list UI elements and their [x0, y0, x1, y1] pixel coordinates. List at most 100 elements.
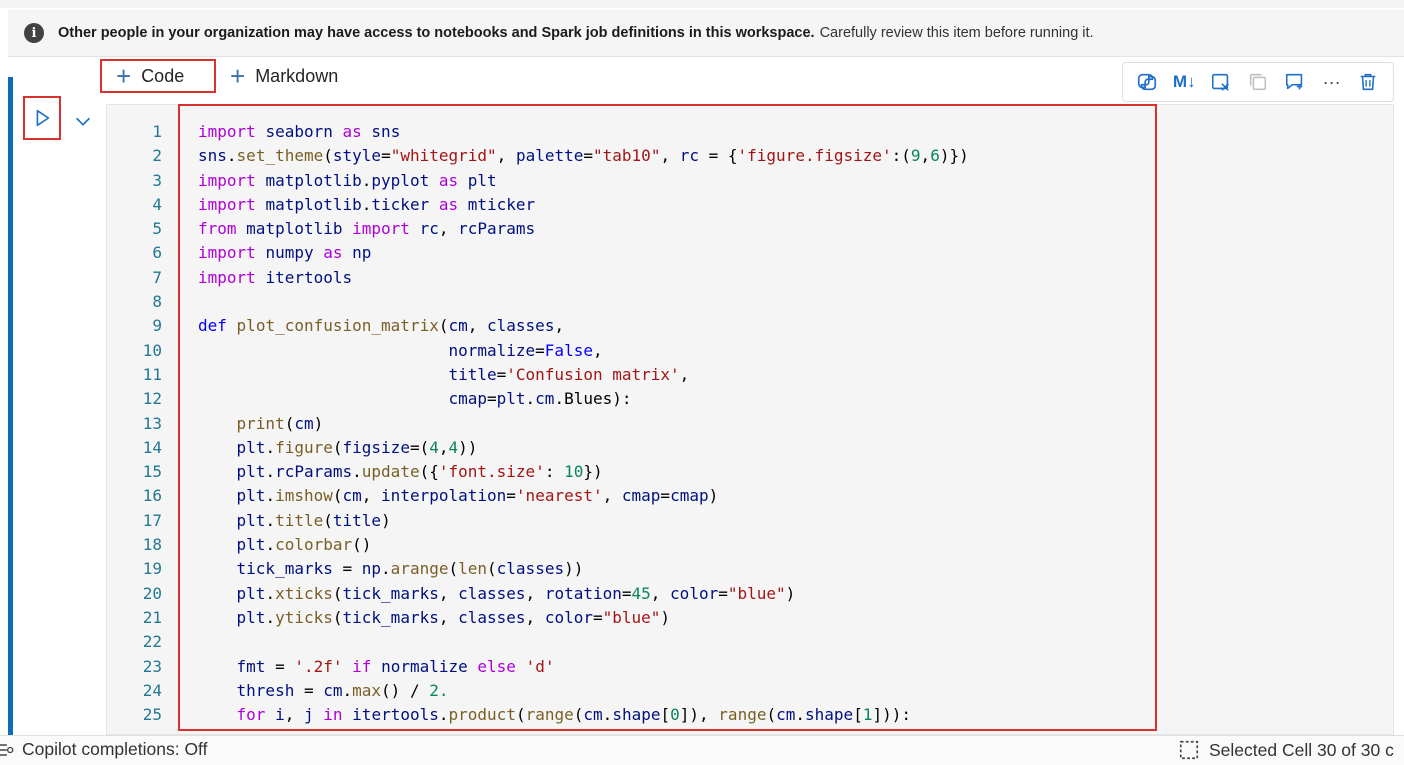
copilot-settings-icon: [0, 743, 14, 756]
code-line[interactable]: 17 plt.title(title): [106, 509, 1156, 533]
plus-icon: +: [116, 61, 132, 91]
banner-bold-text: Other people in your organization may ha…: [58, 25, 815, 41]
code-line[interactable]: 23 fmt = '.2f' if normalize else 'd': [106, 655, 1156, 679]
code-line[interactable]: 12 cmap=plt.cm.Blues):: [106, 387, 1156, 411]
line-number: 11: [142, 364, 162, 384]
delete-icon[interactable]: [1353, 67, 1383, 97]
clear-output-icon[interactable]: [1206, 67, 1236, 97]
code-line[interactable]: 11 title='Confusion matrix',: [106, 363, 1156, 387]
line-number: 25: [142, 705, 162, 725]
code-line[interactable]: 20 plt.xticks(tick_marks, classes, rotat…: [106, 582, 1156, 606]
top-strip: [0, 0, 1404, 8]
line-number: 3: [152, 170, 162, 190]
run-cell-button[interactable]: [23, 96, 61, 140]
line-number: 9: [152, 316, 162, 336]
line-number: 2: [152, 146, 162, 166]
line-number: 13: [142, 413, 162, 433]
code-text: import matplotlib.pyplot as plt: [198, 170, 497, 190]
add-markdown-label: Markdown: [255, 65, 339, 86]
code-line[interactable]: 7 import itertools: [106, 266, 1156, 290]
code-text: print(cm): [236, 413, 324, 433]
copilot-status[interactable]: Copilot completions: Off: [0, 739, 207, 760]
code-text: for i, j in itertools.product(range(cm.s…: [236, 705, 911, 725]
add-code-cell-button[interactable]: + Code: [100, 59, 216, 93]
code-line[interactable]: 5 from matplotlib import rc, rcParams: [106, 217, 1156, 241]
code-line[interactable]: 21 plt.yticks(tick_marks, classes, color…: [106, 606, 1156, 630]
line-number: 8: [152, 292, 162, 312]
line-number: 19: [142, 559, 162, 579]
line-number: 24: [142, 680, 162, 700]
code-text: cmap=plt.cm.Blues):: [448, 389, 632, 409]
code-line[interactable]: 16 plt.imshow(cm, interpolation='nearest…: [106, 484, 1156, 508]
code-text: normalize=False,: [448, 340, 603, 360]
code-text: import seaborn as sns: [198, 122, 401, 141]
code-text: plt.colorbar(): [236, 535, 372, 555]
code-text: import matplotlib.ticker as mticker: [198, 194, 536, 214]
plus-icon: +: [230, 61, 246, 91]
code-line[interactable]: 15 plt.rcParams.update({'font.size': 10}…: [106, 460, 1156, 484]
code-line[interactable]: 13 print(cm): [106, 412, 1156, 436]
code-line[interactable]: 4 import matplotlib.ticker as mticker: [106, 193, 1156, 217]
code-text: fmt = '.2f' if normalize else 'd': [236, 656, 555, 676]
line-number: 5: [152, 219, 162, 239]
selection-status: Selected Cell 30 of 30 c: [1178, 739, 1394, 761]
line-number: 4: [152, 194, 162, 214]
code-line[interactable]: 25 for i, j in itertools.product(range(c…: [106, 703, 1156, 727]
copy-icon: [1243, 67, 1273, 97]
line-number: 20: [142, 583, 162, 603]
selection-status-text: Selected Cell 30 of 30 c: [1209, 739, 1394, 760]
code-text: def plot_confusion_matrix(cm, classes,: [198, 316, 565, 336]
code-line[interactable]: 24 thresh = cm.max() / 2.: [106, 679, 1156, 703]
workspace-warning-banner: i Other people in your organization may …: [8, 10, 1404, 57]
code-text: plt.figure(figsize=(4,4)): [236, 437, 478, 457]
code-editor[interactable]: 1 import seaborn as sns 2 sns.set_theme(sty…: [106, 120, 1156, 730]
line-number: 23: [142, 656, 162, 676]
code-line[interactable]: 18 plt.colorbar(): [106, 533, 1156, 557]
code-text: plt.xticks(tick_marks, classes, rotation…: [236, 583, 796, 603]
copilot-status-text: Copilot completions: Off: [22, 739, 208, 759]
banner-normal-text: Carefully review this item before runnin…: [819, 25, 1094, 41]
code-text: title='Confusion matrix',: [448, 364, 690, 384]
code-line[interactable]: 10 normalize=False,: [106, 339, 1156, 363]
code-text: plt.imshow(cm, interpolation='nearest', …: [236, 486, 719, 506]
add-markdown-cell-button[interactable]: + Markdown: [216, 59, 352, 93]
status-bar: Copilot completions: Off Selected Cell 3…: [0, 735, 1404, 765]
add-cell-toolbar: + Code + Markdown: [100, 58, 352, 94]
code-text: thresh = cm.max() / 2.: [236, 680, 449, 700]
code-line[interactable]: 22: [106, 630, 1156, 654]
line-number: 10: [142, 340, 162, 360]
code-line[interactable]: 3 import matplotlib.pyplot as plt: [106, 169, 1156, 193]
code-line[interactable]: 9 def plot_confusion_matrix(cm, classes,: [106, 314, 1156, 338]
add-code-label: Code: [141, 65, 185, 86]
comment-icon[interactable]: [1280, 67, 1310, 97]
active-cell-indicator: [8, 77, 13, 735]
line-number: 16: [142, 486, 162, 506]
play-icon: [36, 109, 50, 127]
line-number: 17: [142, 510, 162, 530]
line-number: 21: [142, 607, 162, 627]
code-line[interactable]: 14 plt.figure(figsize=(4,4)): [106, 436, 1156, 460]
line-number: 1: [152, 122, 162, 141]
copilot-icon[interactable]: [1132, 67, 1162, 97]
code-text: plt.yticks(tick_marks, classes, color="b…: [236, 607, 671, 627]
more-icon[interactable]: ···: [1317, 67, 1347, 97]
code-text: plt.rcParams.update({'font.size': 10}): [236, 462, 603, 482]
line-number: 7: [152, 267, 162, 287]
code-line[interactable]: 6 import numpy as np: [106, 241, 1156, 265]
code-line[interactable]: 2 sns.set_theme(style="whitegrid", palett…: [106, 144, 1156, 168]
selection-icon: [1179, 740, 1199, 760]
info-icon: i: [24, 23, 44, 43]
line-number: 22: [142, 632, 162, 652]
chevron-down-icon: [75, 117, 91, 126]
code-line[interactable]: 8: [106, 290, 1156, 314]
code-line[interactable]: 19 tick_marks = np.arange(len(classes)): [106, 557, 1156, 581]
code-text: sns.set_theme(style="whitegrid", palette…: [198, 146, 969, 166]
line-number: 14: [142, 437, 162, 457]
markdown-toggle-icon[interactable]: M↓: [1169, 67, 1199, 97]
collapse-cell-button[interactable]: [72, 110, 94, 132]
code-line[interactable]: 1 import seaborn as sns: [106, 120, 1156, 144]
code-text: tick_marks = np.arange(len(classes)): [236, 559, 584, 579]
cell-toolbar: M↓ ···: [1122, 62, 1394, 102]
line-number: 6: [152, 243, 162, 263]
